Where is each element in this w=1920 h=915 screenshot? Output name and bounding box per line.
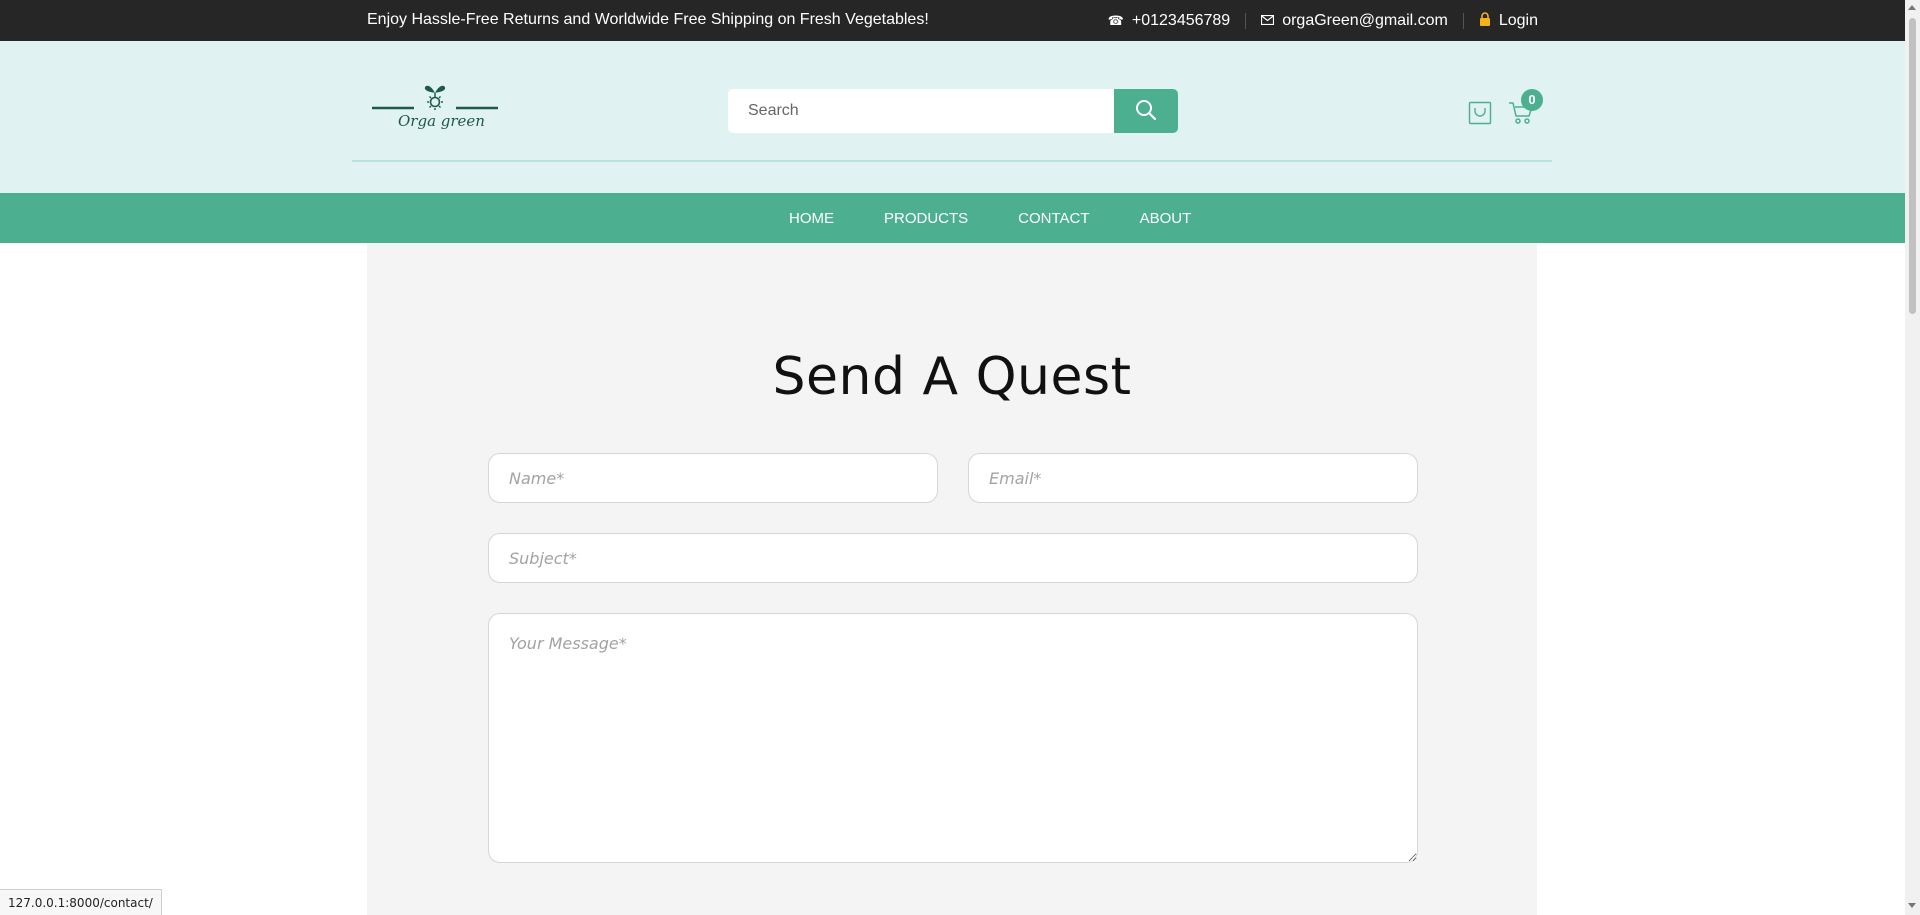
search-icon (1135, 99, 1157, 124)
phone-contact[interactable]: ☎ +0123456789 (1093, 12, 1246, 30)
cart-button[interactable]: 0 (1508, 88, 1543, 130)
mail-icon (1261, 13, 1275, 28)
nav-home[interactable]: HOME (764, 210, 859, 227)
logo[interactable]: Orga green (370, 79, 500, 139)
page-scrollbar[interactable] (1905, 0, 1920, 915)
form-title: Send A Quest (772, 347, 1132, 407)
scroll-up-icon[interactable] (1908, 5, 1916, 10)
nav-about[interactable]: ABOUT (1115, 210, 1217, 227)
subject-field[interactable] (488, 533, 1418, 583)
shopping-bag-icon[interactable] (1468, 101, 1492, 130)
scroll-down-icon[interactable] (1908, 903, 1916, 908)
logo-sprout-icon (372, 85, 498, 110)
logo-text: Orga green (398, 112, 485, 130)
nav-links: HOME PRODUCTS CONTACT ABOUT (764, 193, 1216, 243)
cart-icon (1508, 101, 1534, 129)
main-nav: HOME PRODUCTS CONTACT ABOUT (0, 193, 1905, 243)
top-bar: Enjoy Hassle-Free Returns and Worldwide … (0, 0, 1905, 41)
search-bar (728, 89, 1178, 133)
header-icons: 0 (1468, 88, 1543, 135)
search-button[interactable] (1114, 89, 1178, 133)
search-input[interactable] (728, 89, 1114, 133)
page: Enjoy Hassle-Free Returns and Worldwide … (0, 0, 1905, 915)
phone-icon: ☎ (1107, 12, 1124, 28)
header-divider (352, 160, 1552, 162)
header: Orga green 0 (0, 41, 1905, 193)
nav-contact[interactable]: CONTACT (993, 210, 1114, 227)
login-link[interactable]: Login (1464, 12, 1538, 30)
top-bar-contacts: ☎ +0123456789 orgaGreen@gmail.com Login (1093, 0, 1538, 41)
status-url: 127.0.0.1:8000/contact/ (0, 889, 162, 915)
promo-text: Enjoy Hassle-Free Returns and Worldwide … (367, 11, 929, 28)
message-field[interactable] (488, 613, 1418, 863)
cart-count-badge: 0 (1521, 88, 1543, 111)
email-contact[interactable]: orgaGreen@gmail.com (1246, 12, 1463, 30)
phone-number: +0123456789 (1131, 11, 1231, 29)
email-field[interactable] (968, 453, 1418, 503)
contact-panel: Send A Quest (367, 243, 1537, 915)
name-field[interactable] (488, 453, 938, 503)
scrollbar-thumb[interactable] (1909, 18, 1916, 314)
email-address: orgaGreen@gmail.com (1282, 11, 1448, 29)
nav-products[interactable]: PRODUCTS (859, 210, 993, 227)
login-label: Login (1498, 11, 1538, 29)
lock-icon (1479, 12, 1491, 29)
